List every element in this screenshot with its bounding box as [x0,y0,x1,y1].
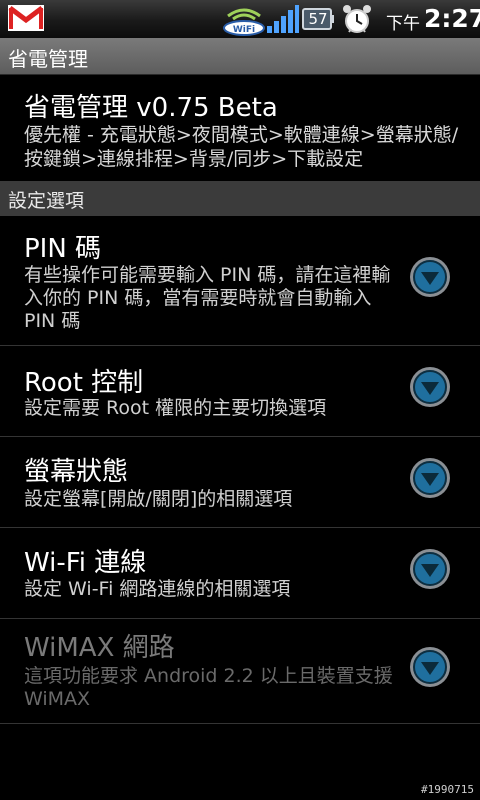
pref-wifi-connection[interactable]: Wi-Fi 連線 設定 Wi-Fi 網路連線的相關選項 [0,528,480,619]
clock-time: 2:27 [424,4,480,33]
expand-arrow-icon[interactable] [409,256,451,298]
pref-root-control-summary: 設定需要 Root 權限的主要切換選項 [24,397,327,419]
expand-arrow-icon[interactable] [409,366,451,408]
app-title: 省電管理 [8,47,88,71]
pref-pin-code-summary: 有些操作可能需要輸入 PIN 碼，請在這裡輸入你的 PIN 碼，當有需要時就會自… [24,264,391,332]
pref-root-control-title: Root 控制 [24,368,144,398]
pref-screen-state[interactable]: 螢幕狀態 設定螢幕[開啟/關閉]的相關選項 [0,437,480,528]
app-info-item[interactable]: 省電管理 v0.75 Beta 優先權 - 充電狀態>夜間模式>軟體連線>螢幕狀… [0,75,480,181]
alarm-clock-icon [340,3,374,35]
battery-icon: 57 [302,6,334,32]
expand-arrow-icon [409,646,451,688]
pref-wimax-network-title: WiMAX 網路 [24,633,175,663]
pref-screen-state-summary: 設定螢幕[開啟/關閉]的相關選項 [24,488,293,510]
settings-category-label: 設定選項 [8,190,85,212]
expand-arrow-icon[interactable] [409,457,451,499]
battery-level: 57 [308,10,328,28]
pref-screen-state-title: 螢幕狀態 [24,457,129,487]
app-titlebar: 省電管理 [0,38,480,75]
watermark: #1990715 [421,783,474,796]
pref-pin-code-title: PIN 碼 [24,234,102,264]
status-bar: WiFi 57 下午 2:27 [0,0,480,39]
pref-wifi-connection-title: Wi-Fi 連線 [24,548,147,578]
pref-wimax-network-summary: 這項功能要求 Android 2.2 以上且裝置支援 WiMAX [24,665,393,710]
gmail-icon[interactable] [8,5,44,31]
signal-strength-icon [266,4,300,34]
wifi-icon: WiFi [222,2,266,36]
pref-wifi-connection-summary: 設定 Wi-Fi 網路連線的相關選項 [24,578,291,600]
time-ampm: 下午 [386,14,420,34]
app-info-summary: 優先權 - 充電狀態>夜間模式>軟體連線>螢幕狀態/按鍵鎖>連線排程>背景/同步… [24,124,459,170]
app-info-title: 省電管理 v0.75 Beta [24,93,278,123]
expand-arrow-icon[interactable] [409,548,451,590]
pref-wimax-network: WiMAX 網路 這項功能要求 Android 2.2 以上且裝置支援 WiMA… [0,619,480,724]
wifi-label: WiFi [233,25,255,35]
settings-category-header: 設定選項 [0,181,480,216]
pref-pin-code[interactable]: PIN 碼 有些操作可能需要輸入 PIN 碼，請在這裡輸入你的 PIN 碼，當有… [0,216,480,346]
pref-root-control[interactable]: Root 控制 設定需要 Root 權限的主要切換選項 [0,346,480,437]
